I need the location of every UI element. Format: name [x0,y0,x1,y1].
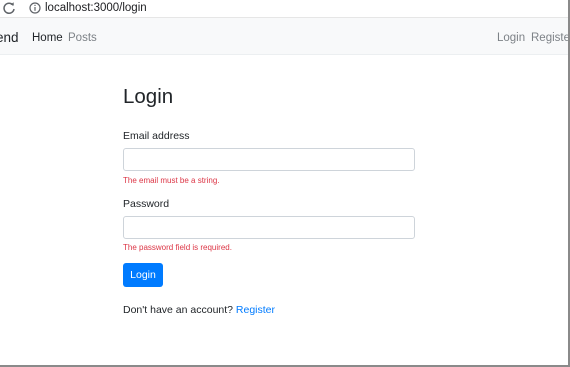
nav-link-home[interactable]: Home [32,31,63,45]
address-bar-url[interactable]: localhost:3000/login [45,1,147,15]
info-icon[interactable] [29,2,41,14]
nav-link-login[interactable]: Login [497,31,525,45]
email-label: Email address [123,130,190,142]
navbar-brand[interactable]: end [0,30,19,46]
password-label: Password [123,198,170,210]
email-field[interactable] [123,148,415,171]
nav-link-register[interactable]: Register [531,31,570,45]
page-title: Login [123,85,174,108]
browser-toolbar: localhost:3000/login [0,0,570,18]
navbar: end Home Posts Login Register [0,18,570,55]
nav-link-posts[interactable]: Posts [68,31,97,45]
register-prompt: Don't have an account? Register [123,304,275,317]
login-button[interactable]: Login [123,263,163,287]
register-link[interactable]: Register [236,304,275,316]
password-error-message: The password field is required. [123,243,232,252]
email-error-message: The email must be a string. [123,176,220,185]
password-field[interactable] [123,216,415,239]
register-prompt-text: Don't have an account? [123,304,233,316]
reload-icon[interactable] [2,1,16,15]
